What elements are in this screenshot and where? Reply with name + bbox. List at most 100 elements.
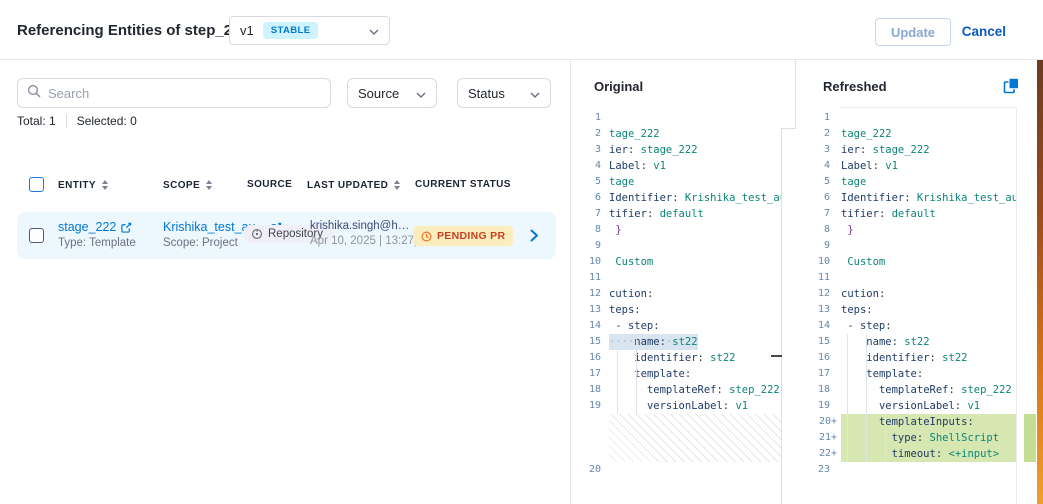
code-line: 14 - step: bbox=[795, 318, 1016, 334]
line-number: 15 bbox=[795, 334, 841, 350]
indent-guide bbox=[866, 334, 867, 462]
code-line: 4Label: v1 bbox=[795, 158, 1016, 174]
code-text bbox=[609, 462, 781, 478]
code-line: 18 templateRef: step_222 bbox=[571, 382, 781, 398]
line-number: 8 bbox=[795, 222, 841, 238]
repository-icon bbox=[251, 228, 263, 240]
code-line: 19 versionLabel: v1 bbox=[571, 398, 781, 414]
code-line: 2tage_222 bbox=[795, 126, 1016, 142]
code-line: 4Label: v1 bbox=[571, 158, 781, 174]
code-line: 11 bbox=[795, 270, 1016, 286]
refreshed-editor-top-border bbox=[841, 107, 1017, 108]
chevron-down-icon bbox=[416, 86, 426, 101]
line-number: 3 bbox=[571, 142, 609, 158]
code-line: 6Identifier: Krishika_test_aut bbox=[571, 190, 781, 206]
code-line: 7tifier: default bbox=[571, 206, 781, 222]
line-number: 19 bbox=[571, 398, 609, 414]
code-text: tage bbox=[841, 174, 1016, 190]
sort-icon[interactable] bbox=[393, 179, 401, 191]
line-number: 5 bbox=[795, 174, 841, 190]
refreshed-panel-title: Refreshed bbox=[823, 79, 887, 94]
line-number: 9 bbox=[571, 238, 609, 254]
code-text: Label: v1 bbox=[841, 158, 1016, 174]
version-select[interactable]: v1 STABLE bbox=[229, 16, 390, 45]
line-number: 23 bbox=[795, 462, 841, 478]
divider bbox=[66, 114, 67, 128]
sort-icon[interactable] bbox=[101, 179, 109, 191]
code-line: 2tage_222 bbox=[571, 126, 781, 142]
entity-link[interactable]: stage_222 bbox=[58, 220, 136, 234]
overview-ruler-added-marker bbox=[1024, 414, 1036, 462]
source-filter-label: Source bbox=[358, 86, 399, 101]
selected-count: Selected: 0 bbox=[77, 114, 137, 128]
code-text: templateRef: step_222 bbox=[609, 382, 781, 398]
line-number: 8 bbox=[571, 222, 609, 238]
original-editor[interactable]: 12tage_2223ier: stage_2224Label: v15tage… bbox=[571, 110, 781, 478]
search-icon bbox=[27, 84, 41, 103]
code-text: versionLabel: v1 bbox=[609, 398, 781, 414]
chevron-down-icon bbox=[530, 86, 540, 101]
line-number: 15 bbox=[571, 334, 609, 350]
line-number: 2 bbox=[571, 126, 609, 142]
code-text: templateInputs: bbox=[841, 414, 1016, 430]
code-line: 20 bbox=[571, 462, 781, 478]
line-number: 18 bbox=[795, 382, 841, 398]
line-number: 6 bbox=[571, 190, 609, 206]
copy-icon[interactable] bbox=[1002, 77, 1020, 95]
code-text bbox=[841, 238, 1016, 254]
diff-added-placeholder bbox=[609, 414, 781, 462]
code-text: tifier: default bbox=[609, 206, 781, 222]
line-number: 17 bbox=[795, 366, 841, 382]
code-text: templateRef: step_222 bbox=[841, 382, 1016, 398]
status-badge: PENDING PR bbox=[413, 226, 513, 246]
stable-badge: STABLE bbox=[263, 22, 319, 39]
chevron-right-icon[interactable] bbox=[530, 229, 539, 247]
code-text: Custom bbox=[841, 254, 1016, 270]
total-count: Total: 1 bbox=[17, 114, 56, 128]
code-text: tifier: default bbox=[841, 206, 1016, 222]
code-text: timeout: <+input> bbox=[841, 446, 1016, 462]
line-number: 20+ bbox=[795, 414, 841, 430]
search-input[interactable] bbox=[48, 86, 321, 101]
editor-divider-lower[interactable] bbox=[781, 129, 782, 504]
totals-bar: Total: 1 Selected: 0 bbox=[17, 114, 137, 128]
select-all-checkbox[interactable] bbox=[29, 177, 44, 192]
code-text: ····name:·st22 bbox=[609, 334, 781, 350]
line-number: 10 bbox=[795, 254, 841, 270]
code-text bbox=[841, 110, 1016, 126]
column-header-entity[interactable]: ENTITY bbox=[58, 179, 109, 191]
source-filter-dropdown[interactable]: Source bbox=[347, 78, 437, 108]
code-text: identifier: st22 bbox=[841, 350, 1016, 366]
editor-divider-jog bbox=[781, 128, 796, 129]
column-header-last-updated[interactable]: LAST UPDATED bbox=[307, 179, 401, 191]
code-line: 18 templateRef: step_222 bbox=[795, 382, 1016, 398]
update-button[interactable]: Update bbox=[875, 18, 951, 46]
code-line: 1 bbox=[795, 110, 1016, 126]
entity-type: Type: Template bbox=[58, 237, 136, 249]
code-line: 23 bbox=[795, 462, 1016, 478]
code-text: type: ShellScript bbox=[841, 430, 1016, 446]
search-box bbox=[17, 78, 331, 108]
column-header-scope[interactable]: SCOPE bbox=[163, 179, 213, 191]
row-checkbox[interactable] bbox=[29, 228, 44, 243]
code-line: 13teps: bbox=[571, 302, 781, 318]
code-line: 13teps: bbox=[795, 302, 1016, 318]
code-line: 8 } bbox=[571, 222, 781, 238]
code-text bbox=[841, 270, 1016, 286]
status-filter-dropdown[interactable]: Status bbox=[457, 78, 551, 108]
code-line: 9 bbox=[571, 238, 781, 254]
updated-by: krishika.singh@harnes... bbox=[310, 220, 412, 232]
line-number: 20 bbox=[571, 462, 609, 478]
external-link-icon bbox=[121, 222, 132, 233]
code-text: } bbox=[841, 222, 1016, 238]
cancel-button[interactable]: Cancel bbox=[962, 24, 1006, 39]
sort-icon[interactable] bbox=[205, 179, 213, 191]
line-number: 18 bbox=[571, 382, 609, 398]
table-row[interactable]: stage_222 Type: Template Krishika_test_a… bbox=[17, 212, 556, 259]
code-text bbox=[609, 270, 781, 286]
refreshed-editor[interactable]: 12tage_2223ier: stage_2224Label: v15tage… bbox=[795, 110, 1016, 478]
line-number: 13 bbox=[571, 302, 609, 318]
code-text: name: st22 bbox=[841, 334, 1016, 350]
code-line: 10 Custom bbox=[795, 254, 1016, 270]
pending-clock-icon bbox=[421, 231, 432, 242]
